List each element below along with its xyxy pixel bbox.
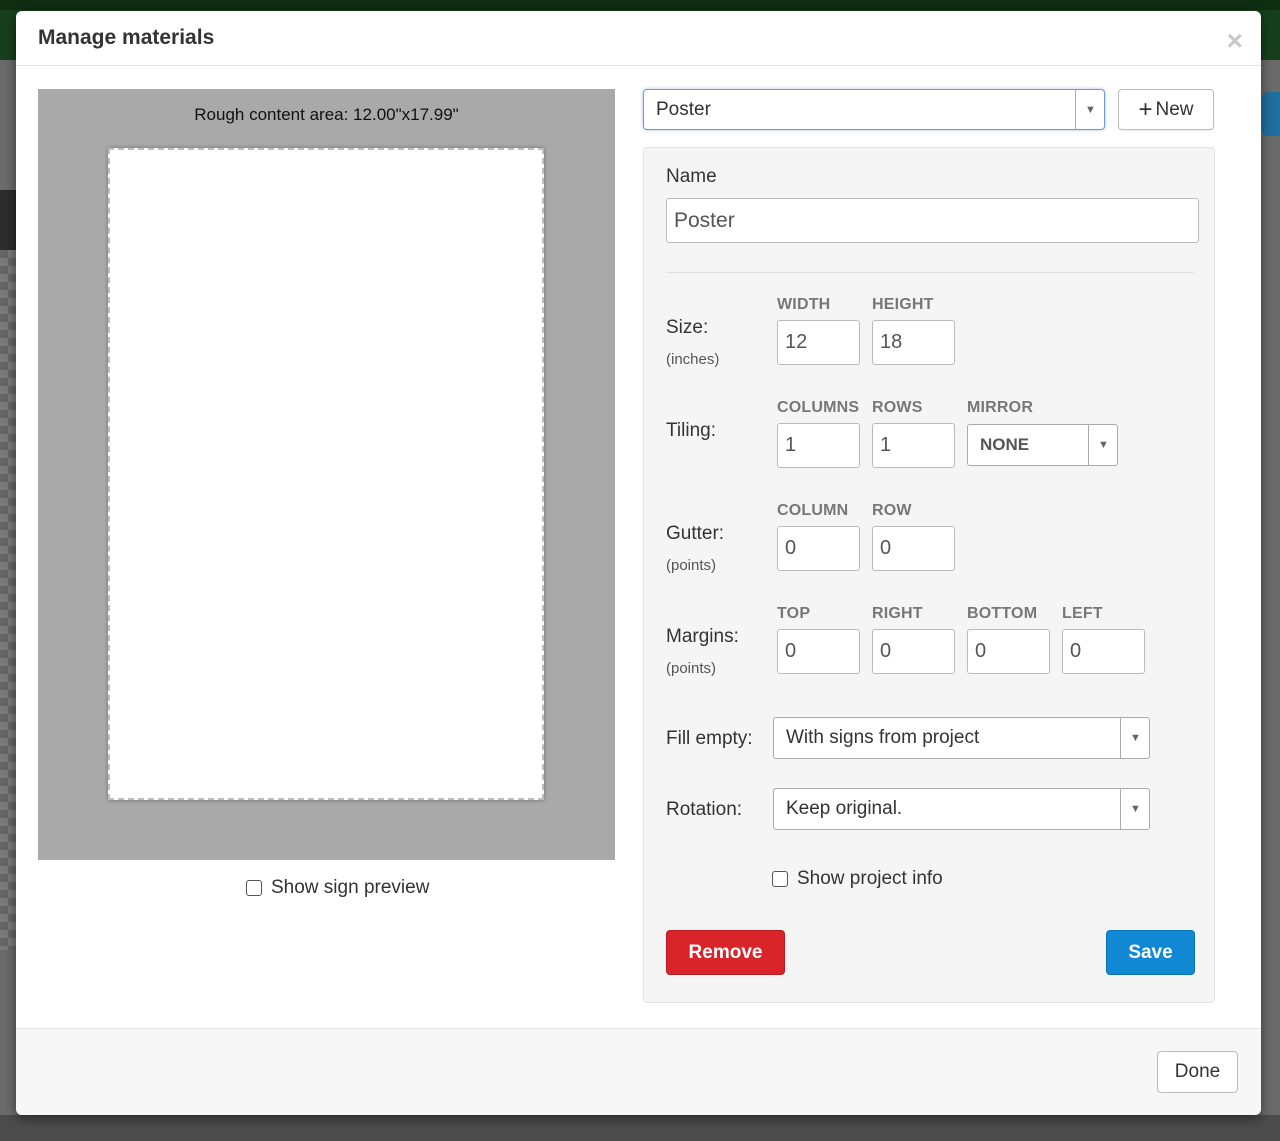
- rows-input[interactable]: 1: [872, 423, 955, 468]
- gutter-row-header: ROW: [872, 502, 912, 519]
- caret-down-icon: ▼: [1130, 732, 1141, 744]
- height-input[interactable]: 18: [872, 320, 955, 365]
- show-project-info-checkbox[interactable]: [772, 871, 788, 887]
- material-select-arrow-area[interactable]: ▼: [1075, 90, 1104, 129]
- background-checker-pattern: [0, 250, 16, 950]
- width-input[interactable]: 12: [777, 320, 860, 365]
- material-select[interactable]: Poster ▼: [643, 89, 1105, 130]
- mirror-select-arrow-area[interactable]: ▼: [1088, 425, 1117, 465]
- width-header: WIDTH: [777, 296, 831, 313]
- rotation-label: Rotation:: [666, 799, 743, 820]
- margin-top-input[interactable]: 0: [777, 629, 860, 674]
- material-preview: Rough content area: 12.00"x17.99": [38, 89, 615, 860]
- sheet-preview: [108, 148, 544, 800]
- size-label: Size:: [666, 317, 709, 338]
- height-value: 18: [880, 331, 903, 353]
- tiling-label: Tiling:: [666, 420, 716, 441]
- mirror-select[interactable]: NONE ▼: [967, 424, 1118, 466]
- background-button-edge: [1262, 92, 1280, 136]
- content-area-caption: Rough content area: 12.00"x17.99": [194, 105, 459, 124]
- form-divider: [666, 272, 1194, 273]
- close-icon[interactable]: ×: [1227, 27, 1243, 55]
- height-header: HEIGHT: [872, 296, 934, 313]
- gutter-label: Gutter:: [666, 523, 725, 544]
- gutter-column-input[interactable]: 0: [777, 526, 860, 571]
- gutter-row-input[interactable]: 0: [872, 526, 955, 571]
- modal-header: Manage materials ×: [16, 11, 1261, 66]
- name-input[interactable]: Poster: [666, 198, 1199, 243]
- columns-header: COLUMNS: [777, 399, 860, 416]
- rotation-value: Keep original.: [786, 798, 903, 819]
- modal-footer: Done: [16, 1028, 1261, 1115]
- caret-down-icon: ▼: [1130, 803, 1141, 815]
- material-select-value: Poster: [656, 99, 711, 120]
- size-unit: (inches): [666, 351, 720, 368]
- gutter-column-header: COLUMN: [777, 502, 849, 519]
- width-value: 12: [785, 331, 808, 353]
- gutter-column-value: 0: [785, 537, 797, 559]
- margin-top-value: 0: [785, 640, 797, 662]
- margin-right-value: 0: [880, 640, 892, 662]
- new-material-label: New: [1155, 98, 1194, 120]
- rows-value: 1: [880, 434, 892, 456]
- margin-bottom-value: 0: [975, 640, 987, 662]
- show-sign-preview-toggle[interactable]: Show sign preview: [246, 877, 429, 899]
- new-material-button[interactable]: + New: [1118, 89, 1214, 130]
- margin-left-input[interactable]: 0: [1062, 629, 1145, 674]
- show-project-info-toggle[interactable]: Show project info: [772, 868, 943, 890]
- margins-label: Margins:: [666, 626, 739, 647]
- done-button[interactable]: Done: [1157, 1051, 1238, 1093]
- caret-down-icon: ▼: [1085, 103, 1096, 116]
- margin-right-input[interactable]: 0: [872, 629, 955, 674]
- rotation-arrow-area[interactable]: ▼: [1120, 789, 1149, 829]
- rows-header: ROWS: [872, 399, 923, 416]
- show-project-info-label: Show project info: [797, 868, 943, 889]
- caret-down-icon: ▼: [1098, 439, 1109, 451]
- fill-empty-select[interactable]: With signs from project ▼: [773, 717, 1150, 759]
- margin-top-header: TOP: [777, 605, 811, 622]
- mirror-header: MIRROR: [967, 399, 1034, 416]
- fill-empty-label: Fill empty:: [666, 728, 753, 749]
- show-sign-preview-checkbox[interactable]: [246, 880, 262, 896]
- margin-left-value: 0: [1070, 640, 1082, 662]
- background-dark-strip: [0, 190, 16, 250]
- columns-input[interactable]: 1: [777, 423, 860, 468]
- margin-bottom-header: BOTTOM: [967, 605, 1038, 622]
- background-header-strip: [0, 0, 1280, 10]
- remove-button[interactable]: Remove: [666, 930, 785, 975]
- manage-materials-modal: Manage materials × Rough content area: 1…: [16, 11, 1261, 1115]
- show-sign-preview-label: Show sign preview: [271, 877, 430, 898]
- modal-title: Manage materials: [38, 26, 215, 49]
- margin-right-header: RIGHT: [872, 605, 923, 622]
- background-bottom-bar: [0, 1115, 1280, 1141]
- material-settings-panel: Name Poster WIDTH HEIGHT Size: (inches) …: [643, 147, 1215, 1003]
- mirror-select-value: NONE: [980, 435, 1030, 454]
- save-button[interactable]: Save: [1106, 930, 1195, 975]
- fill-empty-value: With signs from project: [786, 727, 980, 748]
- name-label: Name: [666, 166, 717, 187]
- fill-empty-arrow-area[interactable]: ▼: [1120, 718, 1149, 758]
- margin-bottom-input[interactable]: 0: [967, 629, 1050, 674]
- gutter-unit: (points): [666, 557, 717, 574]
- margins-unit: (points): [666, 660, 717, 677]
- name-input-value: Poster: [674, 208, 735, 232]
- gutter-row-value: 0: [880, 537, 892, 559]
- rotation-select[interactable]: Keep original. ▼: [773, 788, 1150, 830]
- margin-left-header: LEFT: [1062, 605, 1103, 622]
- plus-icon: +: [1138, 95, 1153, 123]
- columns-value: 1: [785, 434, 797, 456]
